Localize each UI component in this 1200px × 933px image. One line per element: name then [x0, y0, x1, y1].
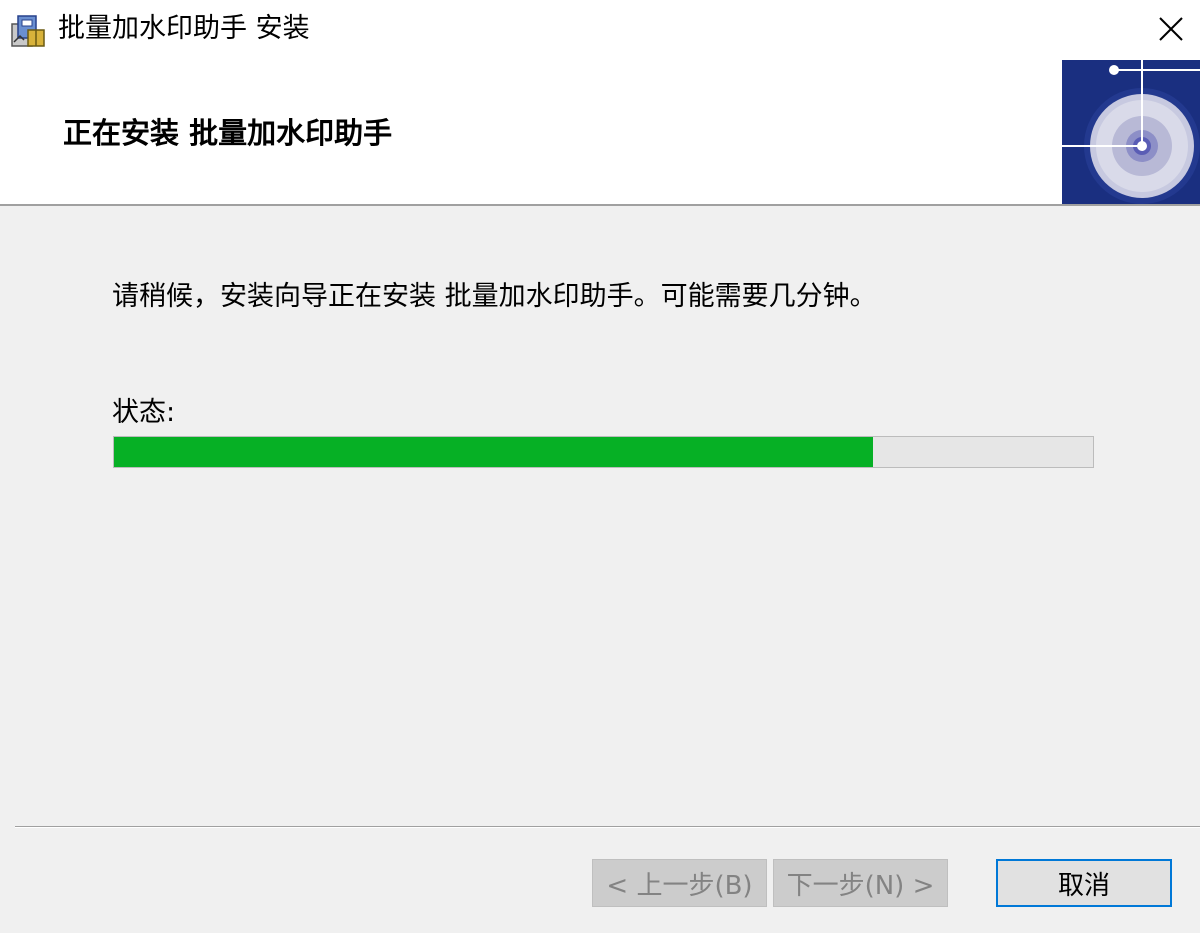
title-bar: 批量加水印助手 安装: [0, 0, 1200, 60]
progress-bar-fill: [114, 437, 873, 467]
close-button[interactable]: [1142, 0, 1200, 58]
banner-divider: [0, 204, 1200, 206]
header-banner: 正在安装 批量加水印助手: [0, 60, 1200, 204]
next-button[interactable]: 下一步(N) >: [773, 859, 948, 907]
install-message: 请稍候，安装向导正在安装 批量加水印助手。可能需要几分钟。: [112, 281, 877, 312]
progress-bar: [113, 436, 1094, 468]
window-title: 批量加水印助手 安装: [58, 13, 310, 44]
status-label: 状态:: [112, 397, 176, 428]
page-title: 正在安装 批量加水印助手: [63, 116, 393, 150]
cancel-button[interactable]: 取消: [996, 859, 1172, 907]
cd-disc-icon: [1062, 60, 1200, 204]
installer-package-icon: [11, 15, 45, 47]
close-icon: [1159, 17, 1183, 41]
back-button[interactable]: < 上一步(B): [592, 859, 767, 907]
footer-divider: [15, 826, 1200, 828]
installer-window: 批量加水印助手 安装 正在安装 批量加水印助手 请稍候，安装向导正在安装 批量加…: [0, 0, 1200, 933]
